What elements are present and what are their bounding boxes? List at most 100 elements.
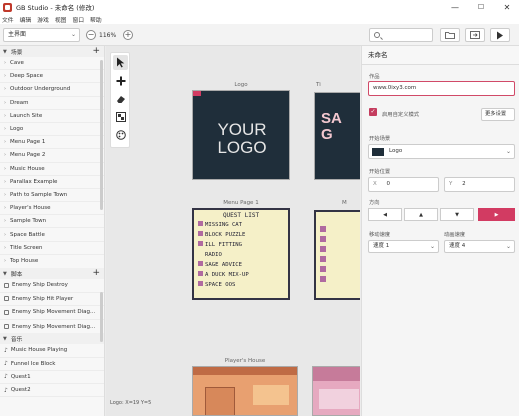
scene-item[interactable]: › Menu Page 2 — [0, 149, 104, 163]
close-button[interactable]: ✕ — [496, 0, 518, 14]
paint-tool[interactable] — [113, 127, 128, 142]
scene-item[interactable]: › Sample Town — [0, 215, 104, 229]
world-canvas[interactable]: Logo YOUR LOGO Ti SA G Menu Page 1 QUEST… — [106, 46, 360, 416]
menu-view[interactable]: 视图 — [55, 15, 67, 24]
script-item[interactable]: Enemy Ship Movement Diag... — [0, 320, 104, 334]
start-scene-value: Logo — [389, 148, 403, 154]
scene-item[interactable]: › Title Screen — [0, 242, 104, 255]
menu-page-2-scene[interactable] — [314, 210, 360, 300]
minimize-button[interactable]: — — [444, 0, 466, 14]
music-item[interactable]: ♪ Quest1 — [0, 371, 104, 384]
scene-name: Top House — [10, 258, 39, 265]
menu-title: QUEST LIST — [222, 212, 260, 219]
direction-down-button[interactable]: ▼ — [440, 208, 474, 221]
chevron-right-icon: › — [4, 86, 6, 93]
direction-right-button[interactable]: ▶ — [478, 208, 515, 221]
scene-item[interactable]: › Logo — [0, 123, 104, 137]
scene-item[interactable]: › Dream — [0, 97, 104, 110]
scene-item[interactable]: › Cave — [0, 57, 104, 71]
scene-item[interactable]: › Path to Sample Town — [0, 189, 104, 203]
scene-item[interactable]: › Parallax Example — [0, 176, 104, 189]
logo-scene[interactable]: YOUR LOGO — [192, 90, 290, 180]
players-house-scene[interactable] — [192, 366, 298, 416]
scene-name: Menu Page 2 — [10, 152, 46, 159]
menu-edit[interactable]: 编辑 — [20, 15, 32, 24]
title-scene[interactable]: SA G — [314, 92, 360, 180]
script-item[interactable]: Enemy Ship Movement Diag... — [0, 306, 104, 320]
menu-game[interactable]: 游戏 — [37, 15, 49, 24]
search-input[interactable] — [369, 28, 433, 42]
start-marker-icon — [193, 91, 201, 96]
eraser-icon — [116, 95, 125, 103]
x-input[interactable]: X 0 — [368, 177, 439, 192]
music-note-icon: ♪ — [4, 360, 8, 368]
project-title[interactable]: 未命名 — [362, 46, 519, 65]
scene-item[interactable]: › Menu Page 1 — [0, 136, 104, 150]
quest-checkboxes — [320, 226, 326, 282]
custom-mode-checkbox[interactable]: ✓ — [369, 108, 377, 116]
scripts-scrollbar[interactable] — [100, 292, 103, 342]
script-icon — [4, 296, 9, 302]
notes-input[interactable]: www.0ixy3.com — [368, 81, 515, 96]
scene-name: Outdoor Underground — [10, 86, 71, 93]
open-folder-button[interactable] — [440, 28, 460, 42]
add-icon — [116, 76, 125, 85]
chevron-down-icon: ⌄ — [505, 243, 511, 250]
collision-tool[interactable] — [113, 109, 128, 124]
script-item[interactable]: Enemy Ship Hit Player — [0, 293, 104, 307]
chevron-right-icon: › — [4, 139, 6, 146]
more-settings-button[interactable]: 更多设置 — [481, 108, 515, 121]
eraser-tool[interactable] — [113, 91, 128, 106]
add-script-button[interactable]: + — [92, 268, 100, 278]
start-position-label: 开始位置 — [369, 169, 391, 175]
export-button[interactable] — [465, 28, 485, 42]
music-item[interactable]: ♪ Quest2 — [0, 384, 104, 398]
direction-up-button[interactable]: ▲ — [404, 208, 438, 221]
start-scene-select[interactable]: Logo ⌄ — [368, 144, 515, 159]
zoom-in-button[interactable]: + — [123, 30, 133, 40]
move-speed-select[interactable]: 速度 1 ⌄ — [368, 240, 439, 253]
maximize-button[interactable]: ☐ — [470, 0, 492, 14]
scene-name: Deep Space — [10, 73, 44, 80]
scene-item[interactable]: › Outdoor Underground — [0, 83, 104, 97]
quest-item: ILL FITTING — [198, 240, 286, 250]
logo-text-line: LOGO — [217, 138, 267, 157]
app-icon — [3, 2, 12, 12]
music-item[interactable]: ♪ Music House Playing — [0, 344, 104, 358]
section-select[interactable]: 主界面 ⌄ — [3, 28, 80, 42]
script-name: Enemy Ship Movement Diag... — [12, 309, 96, 316]
music-item[interactable]: ♪ Funnel Ice Block — [0, 358, 104, 371]
add-scene-button[interactable]: + — [92, 46, 100, 56]
scene-item[interactable]: › Space Battle — [0, 228, 104, 242]
direction-left-button[interactable]: ◀ — [368, 208, 402, 221]
play-button[interactable] — [490, 28, 510, 42]
scene-thumbnail — [372, 148, 384, 156]
add-tool[interactable] — [113, 73, 128, 88]
scene-name: Dream — [10, 99, 29, 106]
scene-item[interactable]: › Top House — [0, 255, 104, 268]
menu-file[interactable]: 文件 — [2, 15, 14, 24]
scene-item[interactable]: › Music House — [0, 163, 104, 176]
quest-list: MISSING CAT BLOCK PUZZLE ILL FITTING RAD… — [198, 220, 286, 290]
scene-item[interactable]: › Player's House — [0, 202, 104, 216]
select-tool[interactable] — [113, 55, 128, 70]
menu-window[interactable]: 窗口 — [72, 15, 84, 24]
music-section-header[interactable]: ▼ 音乐 — [0, 333, 104, 345]
script-item[interactable]: Enemy Ship Destroy — [0, 279, 104, 293]
anim-speed-select[interactable]: 速度 4 ⌄ — [444, 240, 515, 253]
scenes-scrollbar[interactable] — [100, 60, 103, 210]
scene-item[interactable]: › Launch Site — [0, 110, 104, 123]
direction-label: 方向 — [369, 200, 380, 206]
scene-item[interactable]: › Deep Space — [0, 70, 104, 84]
music-list: ♪ Music House Playing ♪ Funnel Ice Block ♪… — [0, 344, 104, 398]
scene-label: Menu Page 1 — [223, 200, 259, 206]
zoom-out-button[interactable]: − — [86, 30, 96, 40]
menu-help[interactable]: 帮助 — [90, 15, 102, 24]
pink-scene[interactable] — [312, 366, 360, 416]
scripts-section-header[interactable]: ▼ 脚本 + — [0, 268, 104, 279]
menu-page-1-scene[interactable]: QUEST LIST MISSING CAT BLOCK PUZZLE ILL … — [192, 208, 290, 300]
chevron-right-icon: › — [4, 112, 6, 119]
scenes-section-header[interactable]: ▼ 场景 + — [0, 46, 104, 57]
y-input[interactable]: Y 2 — [444, 177, 515, 192]
window-title: GB Studio - 未命名 (修改) — [16, 4, 95, 12]
